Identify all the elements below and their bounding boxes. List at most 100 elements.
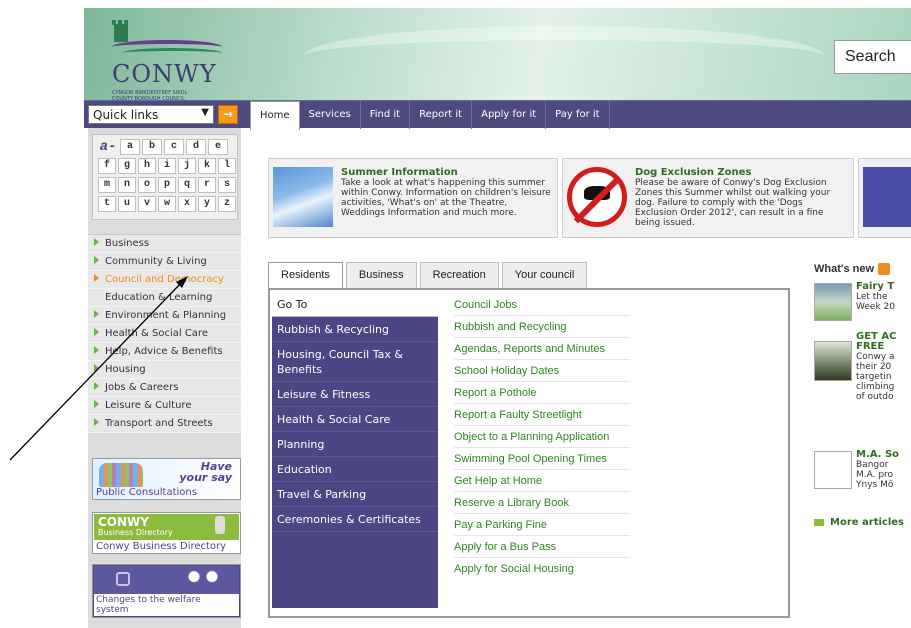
tab-recreation[interactable]: Recreation (419, 262, 499, 289)
az-letter-y[interactable]: y (198, 196, 216, 212)
tab-residents[interactable]: Residents (268, 262, 343, 289)
az-letter-u[interactable]: u (118, 196, 136, 212)
welfare-changes-banner[interactable]: Changes to the welfare system (92, 564, 241, 618)
sidebar-item-help[interactable]: Help, Advice & Benefits (88, 343, 241, 361)
go-arrow-button[interactable]: → (218, 105, 238, 124)
arrow-right-icon (94, 418, 99, 426)
az-letter-r[interactable]: r (198, 177, 216, 193)
go-to-health[interactable]: Health & Social Care (272, 407, 438, 432)
sidebar-item-leisure[interactable]: Leisure & Culture (88, 397, 241, 415)
feature-dog-exclusion[interactable]: Dog Exclusion Zones Please be aware of C… (562, 158, 854, 238)
rss-icon[interactable] (878, 263, 891, 276)
az-letter-a[interactable]: a (120, 139, 140, 155)
go-to-ceremonies[interactable]: Ceremonies & Certificates (272, 507, 438, 532)
link-report-streetlight[interactable]: Report a Faulty Streetlight (454, 404, 630, 426)
sidebar-item-health[interactable]: Health & Social Care (88, 325, 241, 343)
go-to-housing[interactable]: Housing, Council Tax & Benefits (272, 342, 438, 382)
sidebar-item-council[interactable]: Council and Democracy (88, 271, 241, 289)
link-report-pothole[interactable]: Report a Pothole (454, 382, 630, 404)
news-line: of outdo (856, 392, 894, 402)
link-bus-pass[interactable]: Apply for a Bus Pass (454, 536, 630, 558)
feature-third-partial[interactable] (858, 158, 911, 238)
link-library-book[interactable]: Reserve a Library Book (454, 492, 630, 514)
sidebar-item-label: Education & Learning (105, 292, 213, 303)
link-rubbish-recycling[interactable]: Rubbish and Recycling (454, 316, 630, 338)
link-help-at-home[interactable]: Get Help at Home (454, 470, 630, 492)
az-letter-l[interactable]: l (218, 158, 236, 174)
az-letter-i[interactable]: i (158, 158, 176, 174)
az-letter-z[interactable]: z (218, 196, 236, 212)
news-title[interactable]: M.A. So (856, 449, 899, 460)
sidebar-item-jobs[interactable]: Jobs & Careers (88, 379, 241, 397)
sidebar-item-business[interactable]: Business (88, 235, 241, 253)
link-object-planning[interactable]: Object to a Planning Application (454, 426, 630, 448)
tab-report-it[interactable]: Report it (410, 101, 473, 129)
quick-links-select[interactable]: Quick links ▼ (88, 105, 214, 124)
az-letter-t[interactable]: t (98, 196, 116, 212)
az-letter-s[interactable]: s (218, 177, 236, 193)
go-to-travel[interactable]: Travel & Parking (272, 482, 438, 507)
feature-title[interactable]: Summer Information (341, 167, 458, 178)
tab-find-it[interactable]: Find it (361, 101, 411, 129)
link-school-holidays[interactable]: School Holiday Dates (454, 360, 630, 382)
tab-business[interactable]: Business (345, 262, 417, 289)
go-to-leisure[interactable]: Leisure & Fitness (272, 382, 438, 407)
az-letter-k[interactable]: k (198, 158, 216, 174)
link-agendas[interactable]: Agendas, Reports and Minutes (454, 338, 630, 360)
az-letter-d[interactable]: d (186, 139, 206, 155)
feature-summer-info[interactable]: Summer Information Take a look at what's… (268, 158, 558, 238)
go-to-rubbish[interactable]: Rubbish & Recycling (272, 317, 438, 342)
sidebar-item-community[interactable]: Community & Living (88, 253, 241, 271)
az-letter-j[interactable]: j (178, 158, 196, 174)
az-letter-x[interactable]: x (178, 196, 196, 212)
link-swimming-pool[interactable]: Swimming Pool Opening Times (454, 448, 630, 470)
az-letter-b[interactable]: b (142, 139, 162, 155)
welfare-caption-line2: system (96, 605, 129, 615)
go-to-education[interactable]: Education (272, 457, 438, 482)
feature-title[interactable]: Dog Exclusion Zones (635, 167, 751, 178)
link-social-housing[interactable]: Apply for Social Housing (454, 558, 630, 580)
az-letter-h[interactable]: h (138, 158, 156, 174)
dog-silhouette-icon (584, 186, 610, 200)
link-council-jobs[interactable]: Council Jobs (454, 294, 630, 316)
az-letter-f[interactable]: f (98, 158, 116, 174)
az-letter-o[interactable]: o (138, 177, 156, 193)
tab-services[interactable]: Services (300, 101, 361, 129)
news-title-line2[interactable]: FREE (856, 341, 884, 352)
tab-home[interactable]: Home (250, 101, 300, 130)
link-parking-fine[interactable]: Pay a Parking Fine (454, 514, 630, 536)
news-item[interactable]: M.A. So Bangor M.A. pro Ynys Mô (814, 449, 911, 511)
more-articles-link[interactable]: More articles (814, 517, 904, 528)
directory-can-icon (215, 516, 225, 534)
tab-pay-for-it[interactable]: Pay for it (546, 101, 610, 129)
tab-your-council[interactable]: Your council (501, 262, 588, 289)
sidebar-menu: Business Community & Living Council and … (88, 234, 241, 433)
az-letter-m[interactable]: m (98, 177, 116, 193)
az-letter-g[interactable]: g (118, 158, 136, 174)
az-letter-w[interactable]: w (158, 196, 176, 212)
sidebar-item-transport[interactable]: Transport and Streets (88, 415, 241, 433)
news-line: Bangor (856, 460, 889, 470)
conwy-logo[interactable]: CONWY CYNGOR BWRDEISTREF SIROL COUNTY BO… (108, 18, 248, 102)
sidebar-item-housing[interactable]: Housing (88, 361, 241, 379)
go-to-planning[interactable]: Planning (272, 432, 438, 457)
whats-new-heading: What's new (814, 263, 911, 276)
az-letter-n[interactable]: n (118, 177, 136, 193)
news-item[interactable]: GET AC FREE Conwy a their 20 targetin cl… (814, 331, 911, 421)
az-letter-v[interactable]: v (138, 196, 156, 212)
tab-apply-for-it[interactable]: Apply for it (472, 101, 547, 129)
az-letter-c[interactable]: c (164, 139, 184, 155)
news-title[interactable]: Fairy T (856, 281, 894, 292)
az-letter-e[interactable]: e (208, 139, 228, 155)
a-z-logo-icon[interactable]: a-z (98, 139, 118, 172)
sidebar-item-label: Community & Living (105, 256, 207, 267)
az-letter-q[interactable]: q (178, 177, 196, 193)
sidebar-item-environment[interactable]: Environment & Planning (88, 307, 241, 325)
arrow-right-icon (94, 346, 99, 354)
az-letter-p[interactable]: p (158, 177, 176, 193)
sidebar-item-label: Council and Democracy (105, 274, 224, 285)
business-directory-banner[interactable]: CONWY Business Directory Conwy Business … (92, 512, 241, 554)
sidebar-item-education[interactable]: Education & Learning (88, 289, 241, 307)
public-consultations-banner[interactable]: Have your say Public Consultations (92, 458, 241, 500)
search-input[interactable]: Search (834, 40, 911, 74)
